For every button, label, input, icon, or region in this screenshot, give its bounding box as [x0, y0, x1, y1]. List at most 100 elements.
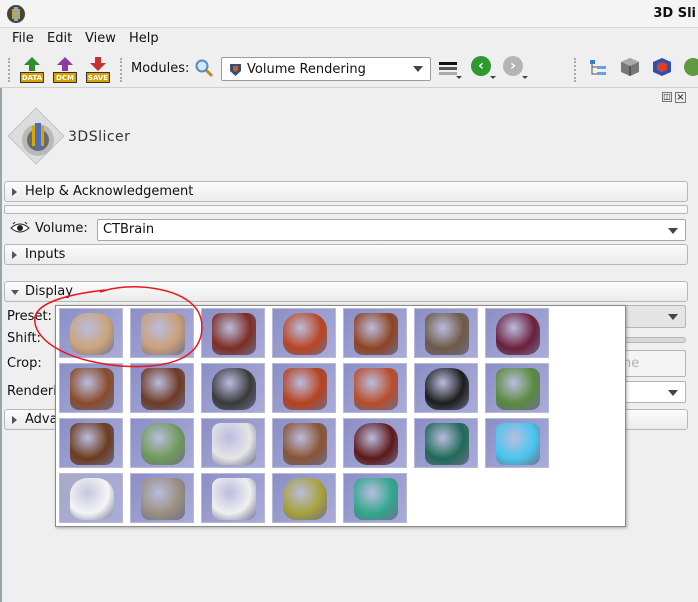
back-arrow-icon[interactable]: ‹	[471, 56, 491, 76]
section-help-acknowledgement[interactable]: Help & Acknowledgement	[4, 181, 688, 202]
slicer-logo-text: 3DSlicer	[68, 129, 131, 145]
toolbar-grip[interactable]	[120, 58, 124, 82]
rendering-label: Renderi	[7, 384, 57, 399]
toolbar-grip[interactable]	[574, 58, 578, 82]
section-title: Adva	[25, 412, 58, 427]
foreground-color-button[interactable]	[439, 60, 457, 75]
preset-thumbnail-mr-angio-2[interactable]	[201, 473, 265, 523]
collapsed-arrow-icon	[12, 188, 17, 196]
section-title: Inputs	[25, 247, 66, 262]
rendering-preview	[70, 478, 114, 520]
load-dicom-button[interactable]: DCM	[53, 57, 77, 83]
preset-thumbnail-ct-skull-gray[interactable]	[130, 473, 194, 523]
load-data-button[interactable]: DATA	[20, 57, 44, 83]
preset-thumbnail-mr-brain-teal[interactable]	[343, 473, 407, 523]
preset-thumbnail-ct-cardiac[interactable]	[343, 308, 407, 358]
preset-thumbnail-ct-skeleton-brown[interactable]	[59, 418, 123, 468]
title-bar	[0, 0, 698, 28]
rendering-preview	[354, 368, 398, 410]
rendering-preview	[354, 313, 398, 355]
preset-thumbnail-ct-ribcage[interactable]	[272, 363, 336, 413]
window-title: 3D Sli	[653, 6, 696, 21]
chevron-down-icon[interactable]	[522, 76, 528, 79]
rendering-preview	[70, 423, 114, 465]
slicer-app-icon	[7, 5, 25, 23]
rendering-preview	[141, 368, 185, 410]
layout-cube-icon[interactable]	[619, 56, 641, 78]
menu-file[interactable]: File	[12, 31, 34, 46]
rendering-preview	[141, 423, 185, 465]
rendering-preview	[212, 368, 256, 410]
preset-thumbnail-ct-bone-gray[interactable]	[201, 363, 265, 413]
section-inputs[interactable]: Inputs	[4, 244, 688, 265]
chevron-down-icon[interactable]	[490, 76, 496, 79]
preset-thumbnail-ct-ribcage-2[interactable]	[343, 363, 407, 413]
menu-edit[interactable]: Edit	[47, 31, 72, 46]
models-icon[interactable]	[682, 56, 698, 78]
preset-thumbnail-ct-green-figure[interactable]	[130, 418, 194, 468]
close-icon[interactable]: ×	[675, 92, 686, 103]
empty-collapsible-bar	[4, 205, 688, 214]
collapsed-arrow-icon	[12, 251, 17, 259]
module-selected-value: Volume Rendering	[247, 62, 366, 77]
rendering-method-selector[interactable]	[620, 381, 686, 403]
rendering-preview	[212, 423, 256, 465]
data-tree-icon[interactable]	[588, 58, 608, 78]
module-selector[interactable]: Volume Rendering	[221, 57, 431, 81]
dcm-label: DCM	[53, 72, 77, 83]
chevron-down-icon[interactable]	[456, 76, 462, 79]
shift-slider[interactable]	[620, 337, 686, 343]
rendering-preview	[212, 313, 256, 355]
forward-arrow-icon[interactable]: ›	[503, 56, 523, 76]
preset-thumbnail-mr-head-color[interactable]	[414, 418, 478, 468]
rendering-preview	[283, 368, 327, 410]
rendering-preview	[70, 368, 114, 410]
preset-selector[interactable]	[620, 305, 686, 328]
volume-rendering-module-icon	[230, 64, 241, 76]
volume-selector[interactable]: CTBrain	[97, 219, 686, 241]
preset-thumbnail-ct-green-body[interactable]	[485, 363, 549, 413]
preset-thumbnail-ct-white-chest[interactable]	[201, 418, 265, 468]
preset-thumbnail-mr-brain-yellow[interactable]	[272, 473, 336, 523]
expanded-arrow-icon	[11, 290, 19, 295]
rendering-preview	[283, 478, 327, 520]
preset-thumbnail-mr-head-red[interactable]	[343, 418, 407, 468]
menu-view[interactable]: View	[85, 31, 116, 46]
save-button[interactable]: SAVE	[86, 57, 110, 83]
preset-thumbnail-muscle-torso[interactable]	[201, 308, 265, 358]
preset-thumbnail-ct-chest-red[interactable]	[272, 308, 336, 358]
eye-icon[interactable]	[10, 222, 30, 234]
toolbar-grip[interactable]	[8, 58, 12, 82]
volume-cube-icon[interactable]	[651, 56, 673, 78]
chevron-down-icon	[668, 390, 678, 396]
rendering-preview	[354, 423, 398, 465]
preset-thumbnail-ct-cardiac-3[interactable]	[485, 308, 549, 358]
preset-thumbnail-ct-lungs-blue[interactable]	[485, 418, 549, 468]
volume-label: Volume:	[35, 221, 88, 236]
rendering-preview	[496, 368, 540, 410]
crop-toggle-button[interactable]: ne	[620, 350, 686, 377]
collapsed-arrow-icon	[12, 416, 17, 424]
rendering-preview	[141, 478, 185, 520]
rendering-preview	[212, 478, 256, 520]
module-search-icon[interactable]	[194, 58, 214, 78]
preset-thumbnail-ct-cardiac-2[interactable]	[414, 308, 478, 358]
chevron-down-icon	[668, 228, 678, 234]
load-data-icon	[24, 57, 40, 71]
volume-selected-value: CTBrain	[103, 222, 155, 237]
save-icon	[90, 57, 106, 71]
preset-thumbnail-ct-black[interactable]	[414, 363, 478, 413]
modules-label: Modules:	[131, 61, 190, 76]
rendering-preview	[496, 313, 540, 355]
rendering-preview	[283, 423, 327, 465]
undock-icon[interactable]: ◫	[662, 92, 672, 102]
rendering-preview	[425, 368, 469, 410]
save-label: SAVE	[86, 72, 110, 83]
rendering-preview	[354, 478, 398, 520]
annotation-circle	[34, 286, 203, 368]
slicer-logo-icon	[7, 107, 65, 165]
data-label: DATA	[20, 72, 44, 83]
preset-thumbnail-mr-angio-white[interactable]	[59, 473, 123, 523]
preset-thumbnail-ct-skin[interactable]	[272, 418, 336, 468]
menu-help[interactable]: Help	[129, 31, 159, 46]
